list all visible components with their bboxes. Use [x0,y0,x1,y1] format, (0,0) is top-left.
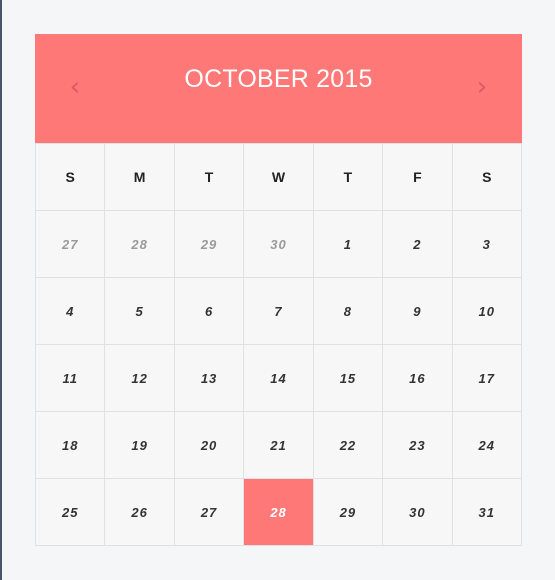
day-cell[interactable]: 23 [383,412,453,479]
day-cell[interactable]: 17 [452,345,522,412]
day-cell[interactable]: 2 [383,211,453,278]
day-cell[interactable]: 16 [383,345,453,412]
day-cell[interactable]: 4 [36,278,106,345]
day-cell[interactable]: 30 [244,211,314,278]
day-cell[interactable]: 20 [174,412,245,479]
day-cell[interactable]: 25 [36,479,106,546]
weekday-tue: T [174,144,245,211]
day-cell[interactable]: 1 [313,211,384,278]
day-cell[interactable]: 29 [313,479,384,546]
day-cell[interactable]: 15 [313,345,384,412]
day-cell[interactable]: 6 [174,278,245,345]
day-cell[interactable]: 7 [244,278,314,345]
day-cell[interactable]: 12 [105,345,175,412]
day-cell[interactable]: 5 [105,278,175,345]
day-cell[interactable]: 24 [452,412,522,479]
day-cell[interactable]: 14 [244,345,314,412]
chevron-left-icon[interactable]: ‹ [63,72,87,102]
calendar: ‹ OCTOBER 2015 › S M T W T F S 27 28 29 30 1… [35,34,522,546]
day-cell-selected[interactable]: 28 [244,479,314,546]
day-cell[interactable]: 31 [452,479,522,546]
day-cell[interactable]: 10 [452,278,522,345]
day-cell[interactable]: 9 [383,278,453,345]
day-cell[interactable]: 3 [452,211,522,278]
day-cell[interactable]: 11 [36,345,106,412]
weekday-mon: M [105,144,175,211]
chevron-right-icon[interactable]: › [470,72,494,102]
day-cell[interactable]: 21 [244,412,314,479]
weekday-wed: W [244,144,314,211]
day-cell[interactable]: 8 [313,278,384,345]
day-cell[interactable]: 22 [313,412,384,479]
weekday-sun: S [36,144,106,211]
weekday-thu: T [313,144,384,211]
day-cell[interactable]: 28 [105,211,175,278]
day-cell[interactable]: 27 [36,211,106,278]
day-cell[interactable]: 30 [383,479,453,546]
day-cell[interactable]: 13 [174,345,245,412]
weekday-sat: S [452,144,522,211]
day-cell[interactable]: 26 [105,479,175,546]
calendar-header: ‹ OCTOBER 2015 › [35,34,522,143]
month-title: OCTOBER 2015 [184,65,373,93]
day-cell[interactable]: 18 [36,412,106,479]
calendar-grid: S M T W T F S 27 28 29 30 1 2 3 4 5 6 7 8 9 10 11 12 13 1… [35,143,522,546]
day-cell[interactable]: 19 [105,412,175,479]
weekday-fri: F [383,144,453,211]
day-cell[interactable]: 29 [174,211,245,278]
day-cell[interactable]: 27 [174,479,245,546]
